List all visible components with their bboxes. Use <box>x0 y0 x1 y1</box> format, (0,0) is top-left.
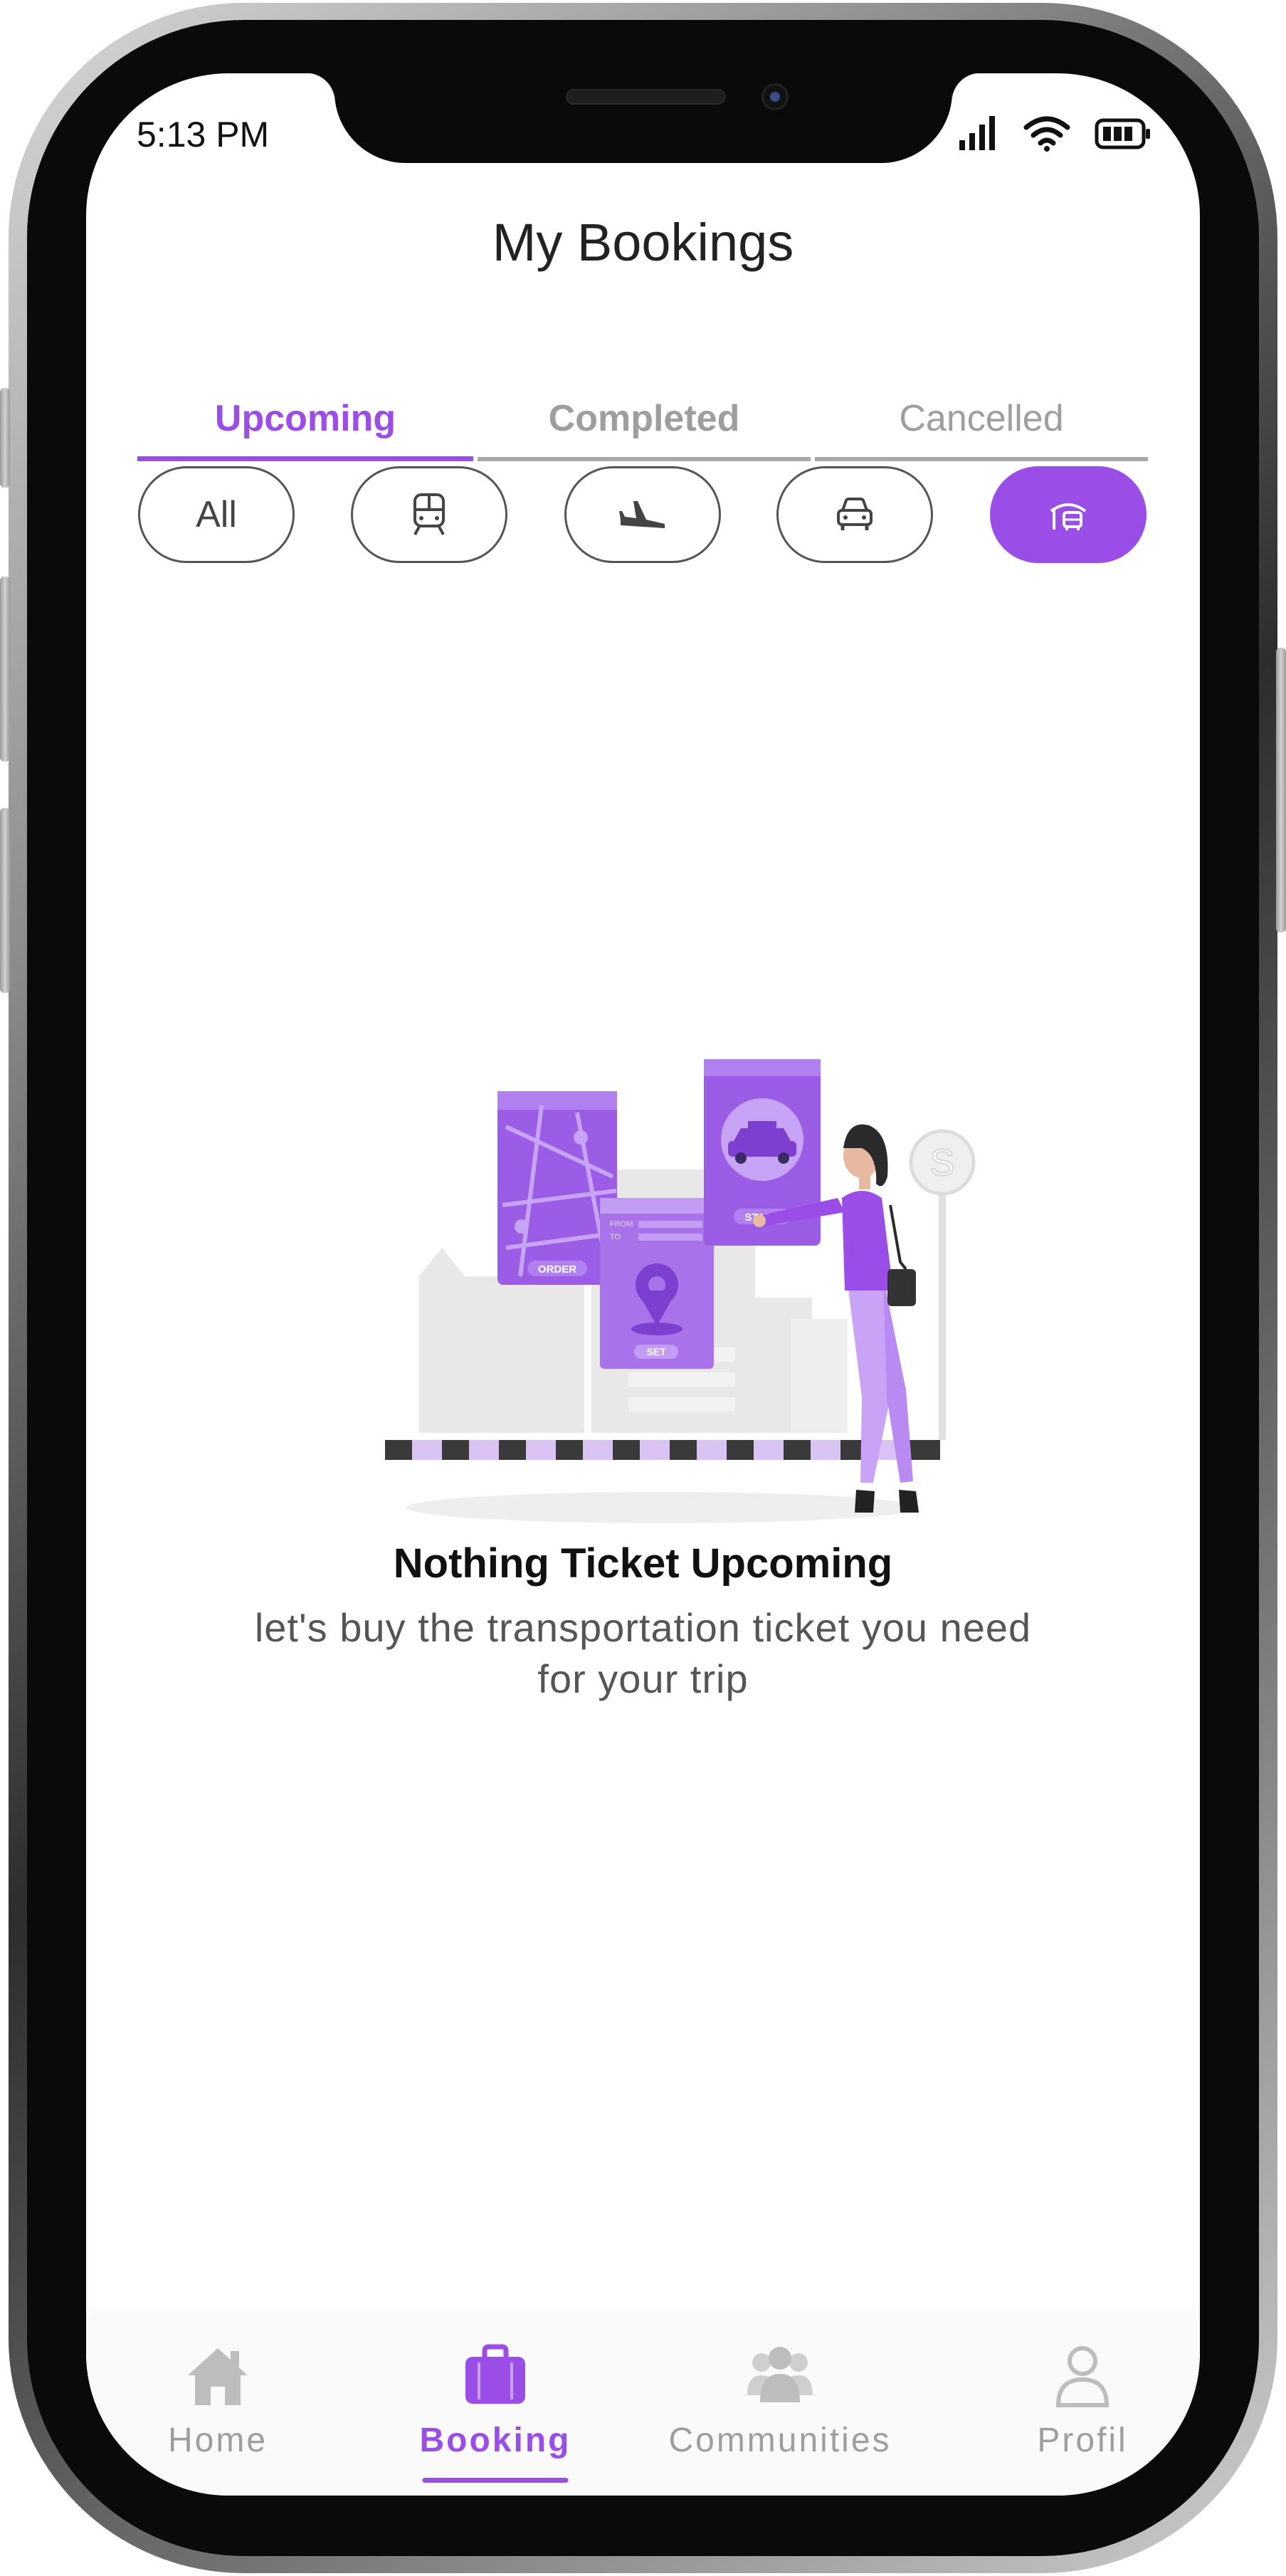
from-label: FROM <box>610 1220 633 1229</box>
nav-booking-label: Booking <box>419 2422 571 2459</box>
set-label: SET <box>646 1346 666 1357</box>
status-icons <box>958 116 1151 152</box>
filter-car-chip[interactable] <box>776 466 933 563</box>
front-camera <box>761 83 789 110</box>
empty-state-description: let's buy the transportation ticket you … <box>254 1605 1032 1701</box>
power-button <box>1276 648 1286 932</box>
status-time: 5:13 PM <box>137 115 270 154</box>
mute-switch <box>0 388 10 488</box>
signal-icon <box>959 116 995 150</box>
nav-active-indicator <box>422 2478 569 2483</box>
train-icon <box>413 493 445 535</box>
people-icon <box>747 2347 813 2402</box>
filter-train-chip[interactable] <box>351 466 507 563</box>
nav-home[interactable]: Home <box>136 2315 300 2496</box>
nav-profil[interactable]: Profil <box>1004 2315 1161 2496</box>
empty-state-title: Nothing Ticket Upcoming <box>393 1540 893 1587</box>
briefcase-icon <box>465 2344 525 2404</box>
speaker-grille <box>566 89 726 105</box>
filter-bus-stop-chip[interactable] <box>990 466 1147 563</box>
tab-cancelled[interactable]: Cancelled <box>815 397 1148 461</box>
page-title: My Bookings <box>492 213 794 272</box>
wifi-icon <box>1023 116 1070 152</box>
tab-upcoming[interactable]: Upcoming <box>137 397 473 461</box>
volume-up-button <box>0 577 10 762</box>
to-label: TO <box>610 1233 621 1241</box>
nav-booking[interactable]: Booking <box>413 2315 577 2496</box>
nav-home-label: Home <box>167 2422 268 2459</box>
car-icon <box>837 498 873 530</box>
filter-all-chip[interactable]: All <box>138 466 295 563</box>
tab-upcoming-label: Upcoming <box>214 398 396 439</box>
person-icon <box>1055 2346 1110 2407</box>
booking-tabs: Upcoming Completed Cancelled <box>137 397 1148 465</box>
empty-state-illustration: S ORDER FROM TO SET <box>385 1059 976 1523</box>
plane-icon <box>619 501 665 528</box>
notch <box>306 73 981 163</box>
volume-down-button <box>0 808 10 993</box>
filter-all-label: All <box>196 494 237 535</box>
order-label: ORDER <box>538 1263 576 1276</box>
bus-stop-icon <box>1050 503 1087 530</box>
bottom-nav: Home Booking Communities Profil <box>86 2315 1200 2496</box>
tab-completed-label: Completed <box>548 398 740 439</box>
tab-completed[interactable]: Completed <box>478 397 811 461</box>
filter-plane-chip[interactable] <box>564 466 721 563</box>
tab-cancelled-label: Cancelled <box>899 398 1064 439</box>
screen: 5:13 PM My Bookings Upcoming Completed C… <box>86 73 1200 2496</box>
nav-communities[interactable]: Communities <box>655 2315 905 2496</box>
nav-profil-label: Profil <box>1037 2422 1128 2459</box>
nav-communities-label: Communities <box>668 2422 892 2459</box>
home-icon <box>188 2348 248 2405</box>
bus-stop-sign-letter: S <box>930 1142 955 1184</box>
battery-icon <box>1095 118 1150 149</box>
